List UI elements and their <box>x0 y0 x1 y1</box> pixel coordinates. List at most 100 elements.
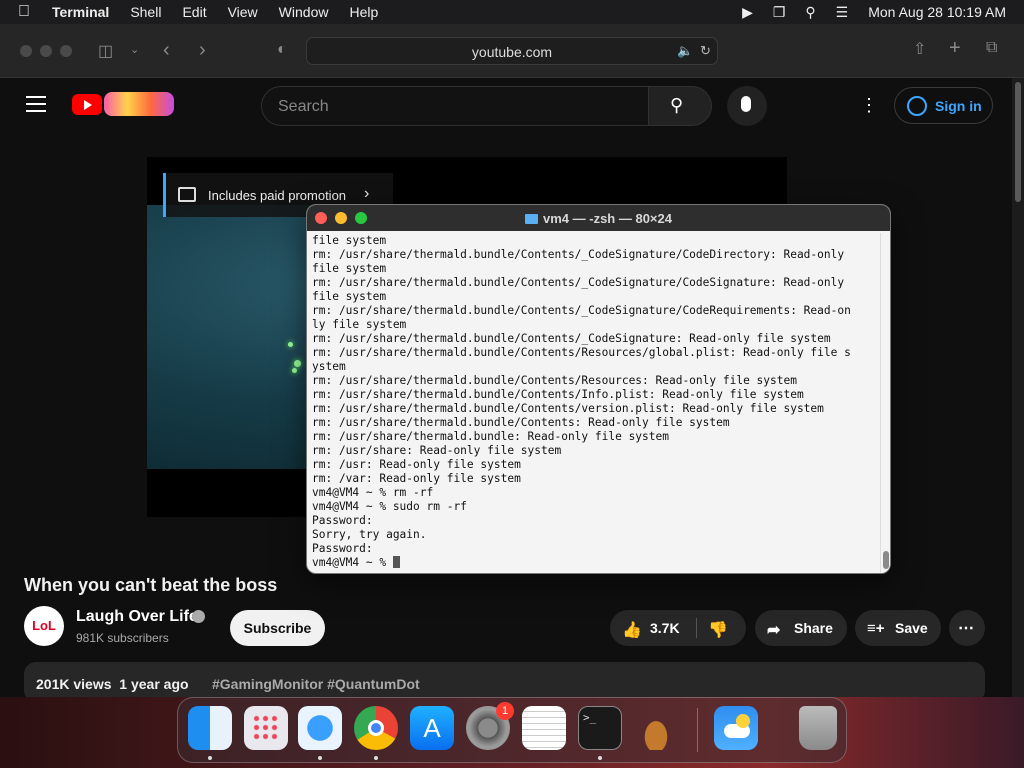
verified-icon <box>192 610 205 623</box>
sign-in-button[interactable]: Sign in <box>894 87 993 124</box>
terminal-line: rm: /usr/share/thermald.bundle/Contents/… <box>312 276 845 289</box>
menu-window[interactable]: Window <box>279 4 329 20</box>
running-indicator <box>374 756 378 760</box>
page-scrollbar[interactable] <box>1012 78 1024 697</box>
share-button[interactable]: ➦ Share <box>755 610 847 646</box>
playlist-add-icon: ≡+ <box>867 620 885 637</box>
apple-menu-icon[interactable]:  <box>18 3 36 21</box>
search-input[interactable]: Search <box>261 86 649 126</box>
trash-icon[interactable] <box>799 706 837 750</box>
glow-particle <box>294 360 301 367</box>
subscribe-button[interactable]: Subscribe <box>230 610 325 646</box>
terminal-line: rm: /usr/share/thermald.bundle/Contents/… <box>312 388 804 401</box>
channel-avatar[interactable]: LoL <box>24 606 64 646</box>
thumbs-up-icon[interactable]: 👍 <box>622 620 642 640</box>
app-store-icon[interactable]: A <box>410 706 454 750</box>
channel-name[interactable]: Laugh Over Life <box>76 608 198 626</box>
microphone-icon <box>741 96 751 112</box>
search-placeholder: Search <box>278 98 329 115</box>
more-options-icon[interactable]: ⋮ <box>860 95 878 116</box>
terminal-title: vm4 — -zsh — 80×24 <box>307 211 890 226</box>
terminal-line: rm: /usr/share/thermald.bundle: Read-onl… <box>312 430 669 443</box>
launchpad-icon[interactable] <box>244 706 288 750</box>
terminal-window[interactable]: vm4 — -zsh — 80×24 file system rm: /usr/… <box>306 204 891 574</box>
control-center-icon[interactable]: ☰ <box>836 4 849 21</box>
terminal-line: rm: /usr/share/thermald.bundle/Contents/… <box>312 304 851 317</box>
menu-bar:  Terminal Shell Edit View Window Help ▶… <box>0 0 1024 24</box>
weather-icon[interactable] <box>714 706 758 750</box>
terminal-line: file system <box>312 290 387 303</box>
like-count[interactable]: 3.7K <box>650 620 680 636</box>
terminal-line: rm: /var: Read-only file system <box>312 472 521 485</box>
terminal-scrollbar[interactable] <box>880 233 890 573</box>
textedit-icon[interactable] <box>522 706 566 750</box>
promotion-icon <box>178 187 196 202</box>
window-status-icon[interactable]: ❐ <box>773 4 786 21</box>
subscriber-count: 981K subscribers <box>76 631 169 645</box>
terminal-line: rm: /usr/share/thermald.bundle/Contents/… <box>312 402 824 415</box>
share-arrow-icon: ➦ <box>767 622 781 639</box>
sign-in-label: Sign in <box>935 98 982 114</box>
play-status-icon[interactable]: ▶ <box>742 4 753 21</box>
running-indicator <box>598 756 602 760</box>
youtube-logo-icon[interactable] <box>72 94 102 115</box>
text-cursor <box>392 556 400 568</box>
menu-view[interactable]: View <box>228 4 258 20</box>
terminal-output[interactable]: file system rm: /usr/share/thermald.bund… <box>312 234 878 570</box>
terminal-line: rm: /usr/share/thermald.bundle/Contents/… <box>312 332 831 345</box>
terminal-line: vm4@VM4 ~ % rm -rf <box>312 486 434 499</box>
chevron-right-icon: › <box>364 185 370 202</box>
back-icon[interactable]: ‹ <box>163 39 170 62</box>
forward-icon[interactable]: › <box>199 39 206 62</box>
terminal-line: ly file system <box>312 318 407 331</box>
garageband-icon[interactable] <box>634 706 678 750</box>
terminal-titlebar[interactable]: vm4 — -zsh — 80×24 <box>307 205 890 231</box>
chevron-down-icon[interactable]: ⌄ <box>130 43 139 56</box>
terminal-line: rm: /usr/share/thermald.bundle/Contents/… <box>312 374 797 387</box>
thumbs-down-icon[interactable]: 👎 <box>708 620 728 640</box>
running-indicator <box>318 756 322 760</box>
menu-help[interactable]: Help <box>349 4 378 20</box>
address-url: youtube.com <box>471 44 553 60</box>
close-window-button[interactable] <box>20 45 32 57</box>
speaker-icon[interactable]: 🔈 <box>677 43 693 59</box>
dock-separator <box>697 708 698 752</box>
menu-edit[interactable]: Edit <box>182 4 206 20</box>
account-icon <box>907 96 927 116</box>
new-tab-icon[interactable]: + <box>949 37 961 60</box>
address-bar[interactable]: youtube.com 🔈 ↻ <box>306 37 718 65</box>
share-icon[interactable]: ⇧ <box>913 39 926 59</box>
youtube-doodle-logo[interactable] <box>104 92 174 116</box>
finder-icon[interactable] <box>188 706 232 750</box>
safari-icon[interactable] <box>298 706 342 750</box>
save-button[interactable]: ≡+ Save <box>855 610 941 646</box>
page-scroll-thumb[interactable] <box>1015 82 1021 202</box>
zoom-window-button[interactable] <box>60 45 72 57</box>
description-box[interactable]: 201K views 1 year ago #GamingMonitor #Qu… <box>24 662 985 697</box>
clock[interactable]: Mon Aug 28 10:19 AM <box>868 4 1006 20</box>
running-indicator <box>208 756 212 760</box>
voice-search-button[interactable] <box>727 86 767 126</box>
search-button[interactable]: ⚲ <box>648 86 712 126</box>
terminal-line: file system <box>312 234 387 247</box>
minimize-window-button[interactable] <box>40 45 52 57</box>
hashtags[interactable]: #GamingMonitor #QuantumDot <box>212 676 420 692</box>
reload-icon[interactable]: ↻ <box>700 43 711 59</box>
more-actions-button[interactable]: ⋯ <box>949 610 985 646</box>
chrome-icon[interactable] <box>354 706 398 750</box>
share-label: Share <box>794 620 833 636</box>
terminal-app-icon[interactable]: >_ <box>578 706 622 750</box>
save-label: Save <box>895 620 928 636</box>
menu-icon[interactable] <box>26 96 46 117</box>
privacy-shield-icon[interactable]: ◐ <box>277 41 287 59</box>
terminal-line: rm: /usr/share: Read-only file system <box>312 444 562 457</box>
terminal-line: ystem <box>312 360 346 373</box>
terminal-scroll-thumb[interactable] <box>883 551 889 569</box>
menu-shell[interactable]: Shell <box>130 4 161 20</box>
terminal-line: rm: /usr/share/thermald.bundle/Contents:… <box>312 416 730 429</box>
spotlight-icon[interactable]: ⚲ <box>805 4 815 21</box>
menu-app-name[interactable]: Terminal <box>52 4 109 20</box>
tab-overview-icon[interactable]: ⧉ <box>986 39 997 57</box>
sidebar-toggle-icon[interactable]: ◫ <box>98 41 113 61</box>
terminal-line: Password: <box>312 514 373 527</box>
